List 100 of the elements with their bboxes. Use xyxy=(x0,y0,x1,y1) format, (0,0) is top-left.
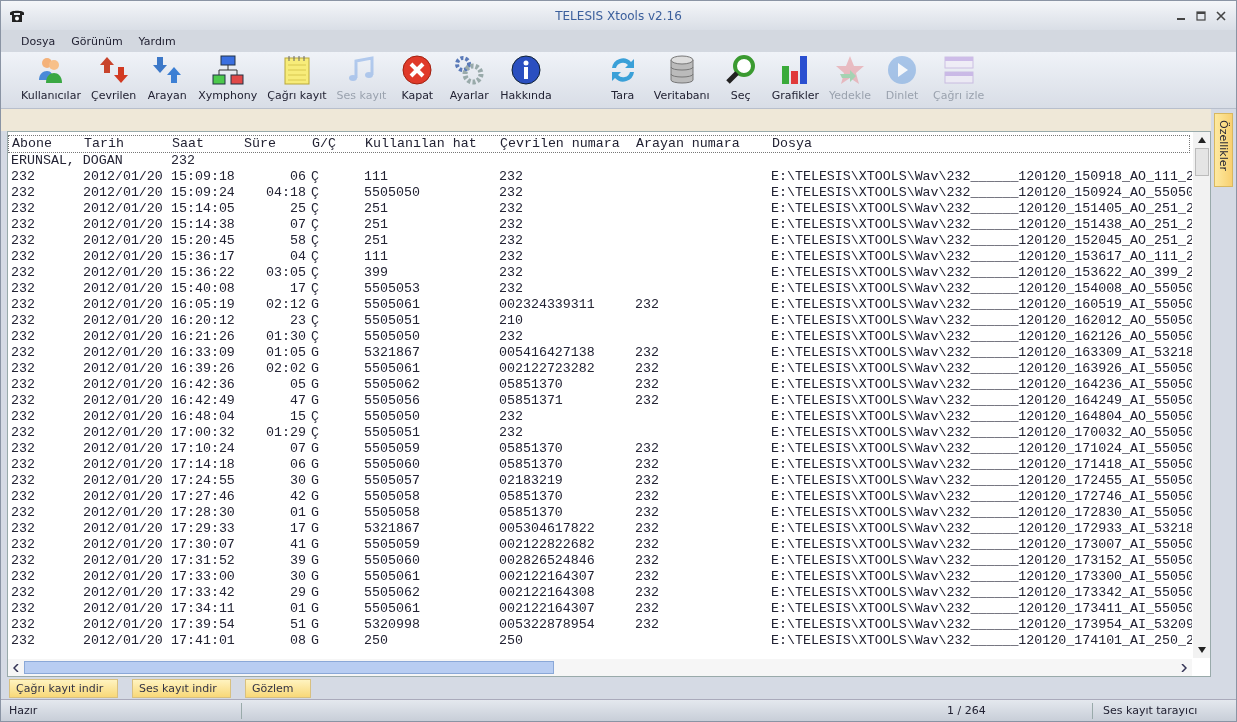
toolbar-button[interactable]: Arayan xyxy=(142,52,193,108)
column-header[interactable]: Çevrilen numara xyxy=(500,136,636,152)
duration-cell-text: 01:05 xyxy=(265,345,307,361)
direction-cell-text: G xyxy=(311,377,320,393)
vertical-scrollbar[interactable] xyxy=(1193,132,1210,658)
dialed-number-cell-text: 005322878954 xyxy=(499,617,596,633)
toolbar-button[interactable]: Hakkında xyxy=(496,52,556,108)
abone-cell-text: 232 xyxy=(11,217,36,233)
toolbar-button[interactable]: Tara xyxy=(597,52,648,108)
date-cell-text: 2012/01/20 xyxy=(83,361,164,377)
dialed-number-cell-text: 002324339311 xyxy=(499,297,596,313)
duration-cell-text: 01:29 xyxy=(265,425,307,441)
abone-cell-text: 232 xyxy=(11,345,36,361)
column-header[interactable]: Arayan numara xyxy=(636,136,772,152)
date-cell-text: 2012/01/20 xyxy=(83,281,164,297)
toolbar-button[interactable]: Grafikler xyxy=(767,52,824,108)
time-cell-text: 15:20:45 xyxy=(171,233,236,249)
direction-cell-text: Ç xyxy=(311,217,320,233)
dialed-number-cell-text: 232 xyxy=(499,185,524,201)
menu-item[interactable]: Yardım xyxy=(132,32,182,50)
caller-number-cell-text: 232 xyxy=(635,473,660,489)
dialed-number-cell-text: 005416427138 xyxy=(499,345,596,361)
subscriber-name: ERUNSAL, DOGAN xyxy=(11,153,124,169)
date-cell-text: 2012/01/20 xyxy=(83,617,164,633)
duration-cell-text: 39 xyxy=(289,553,307,569)
column-header[interactable]: Saat xyxy=(172,136,244,152)
column-header[interactable]: G/Ç xyxy=(312,136,365,152)
caller-number-cell-text: 232 xyxy=(635,537,660,553)
time-cell-text: 16:21:26 xyxy=(171,329,236,345)
caller-number-cell-text: 232 xyxy=(635,457,660,473)
column-header[interactable]: Süre xyxy=(244,136,312,152)
caller-number-cell-text: 232 xyxy=(635,505,660,521)
date-cell-text: 2012/01/20 xyxy=(83,425,164,441)
toolbar-button[interactable]: Xymphony xyxy=(194,52,262,108)
menu-item[interactable]: Görünüm xyxy=(65,32,129,50)
network-diagram-icon xyxy=(211,54,244,86)
duration-cell-text: 06 xyxy=(289,169,307,185)
duration-cell-text: 17 xyxy=(289,521,307,537)
caller-number-cell-text: 232 xyxy=(635,601,660,617)
toolbar-button[interactable]: Seç xyxy=(715,52,766,108)
scroll-right-icon[interactable] xyxy=(1181,663,1187,672)
column-header[interactable]: Abone xyxy=(12,136,84,152)
toolbar-button[interactable]: Kapat xyxy=(392,52,443,108)
date-cell-text: 2012/01/20 xyxy=(83,377,164,393)
bottom-tab[interactable]: Gözlem xyxy=(245,678,311,698)
date-cell-text: 2012/01/20 xyxy=(83,441,164,457)
direction-cell-text: G xyxy=(311,297,320,313)
time-cell-text: 16:42:49 xyxy=(171,393,236,409)
toolbar-button[interactable]: Çevrilen xyxy=(86,52,141,108)
date-cell-text: 2012/01/20 xyxy=(83,409,164,425)
toolbar-button[interactable]: Veritabanı xyxy=(649,52,714,108)
abone-cell-text: 232 xyxy=(11,409,36,425)
line-cell-text: 5505058 xyxy=(364,489,421,505)
column-header[interactable]: Dosya xyxy=(772,136,1189,152)
date-cell-text: 2012/01/20 xyxy=(83,169,164,185)
bottom-tab[interactable]: Ses kayıt indir xyxy=(132,678,231,698)
horizontal-scrollbar[interactable] xyxy=(8,659,1192,676)
dialed-number-cell-text: 232 xyxy=(499,233,524,249)
date-cell-text: 2012/01/20 xyxy=(83,329,164,345)
column-header[interactable]: Tarih xyxy=(84,136,172,152)
side-tab[interactable]: Özellikler xyxy=(1214,113,1233,187)
scroll-down-icon[interactable] xyxy=(1197,647,1206,653)
caller-number-cell-text: 232 xyxy=(635,521,660,537)
line-cell-text: 5505056 xyxy=(364,393,421,409)
play-icon xyxy=(886,54,919,86)
bottom-tab[interactable]: Çağrı kayıt indir xyxy=(9,678,118,698)
line-cell-text: 5505061 xyxy=(364,297,421,313)
caller-number-cell-text: 232 xyxy=(635,377,660,393)
date-cell-text: 2012/01/20 xyxy=(83,553,164,569)
abone-cell-text: 232 xyxy=(11,537,36,553)
abone-cell-text: 232 xyxy=(11,425,36,441)
abone-cell-text: 232 xyxy=(11,281,36,297)
column-header[interactable]: Kullanılan hat xyxy=(365,136,500,152)
time-cell-text: 15:09:24 xyxy=(171,185,236,201)
maximize-icon[interactable] xyxy=(1196,10,1206,21)
time-cell-text: 17:27:46 xyxy=(171,489,236,505)
duration-cell-text: 05 xyxy=(289,377,307,393)
scroll-left-icon[interactable] xyxy=(13,663,19,672)
scroll-thumb[interactable] xyxy=(1194,148,1209,176)
direction-cell-text: G xyxy=(311,521,320,537)
time-cell-text: 17:00:32 xyxy=(171,425,236,441)
direction-cell-text: G xyxy=(311,617,320,633)
direction-cell-text: Ç xyxy=(311,313,320,329)
toolbar-button[interactable]: Ayarlar xyxy=(444,52,495,108)
caller-number-cell-text: 232 xyxy=(635,297,660,313)
date-cell-text: 2012/01/20 xyxy=(83,265,164,281)
dialed-number-cell-text: 02183219 xyxy=(499,473,564,489)
dialed-number-cell-text: 05851370 xyxy=(499,457,564,473)
scroll-thumb[interactable] xyxy=(24,661,554,674)
line-cell-text: 5505050 xyxy=(364,329,421,345)
scroll-up-icon[interactable] xyxy=(1197,137,1206,143)
toolbar-button[interactable]: Çağrı kayıt xyxy=(263,52,331,108)
direction-cell-text: Ç xyxy=(311,281,320,297)
menu-item[interactable]: Dosya xyxy=(15,32,62,50)
abone-cell-text: 232 xyxy=(11,393,36,409)
toolbar-button[interactable]: Kullanıcılar xyxy=(17,52,85,108)
time-cell-text: 16:42:36 xyxy=(171,377,236,393)
duration-cell-text: 02:12 xyxy=(265,297,307,313)
line-cell-text: 5320998 xyxy=(364,617,421,633)
close-icon[interactable] xyxy=(1216,10,1226,21)
